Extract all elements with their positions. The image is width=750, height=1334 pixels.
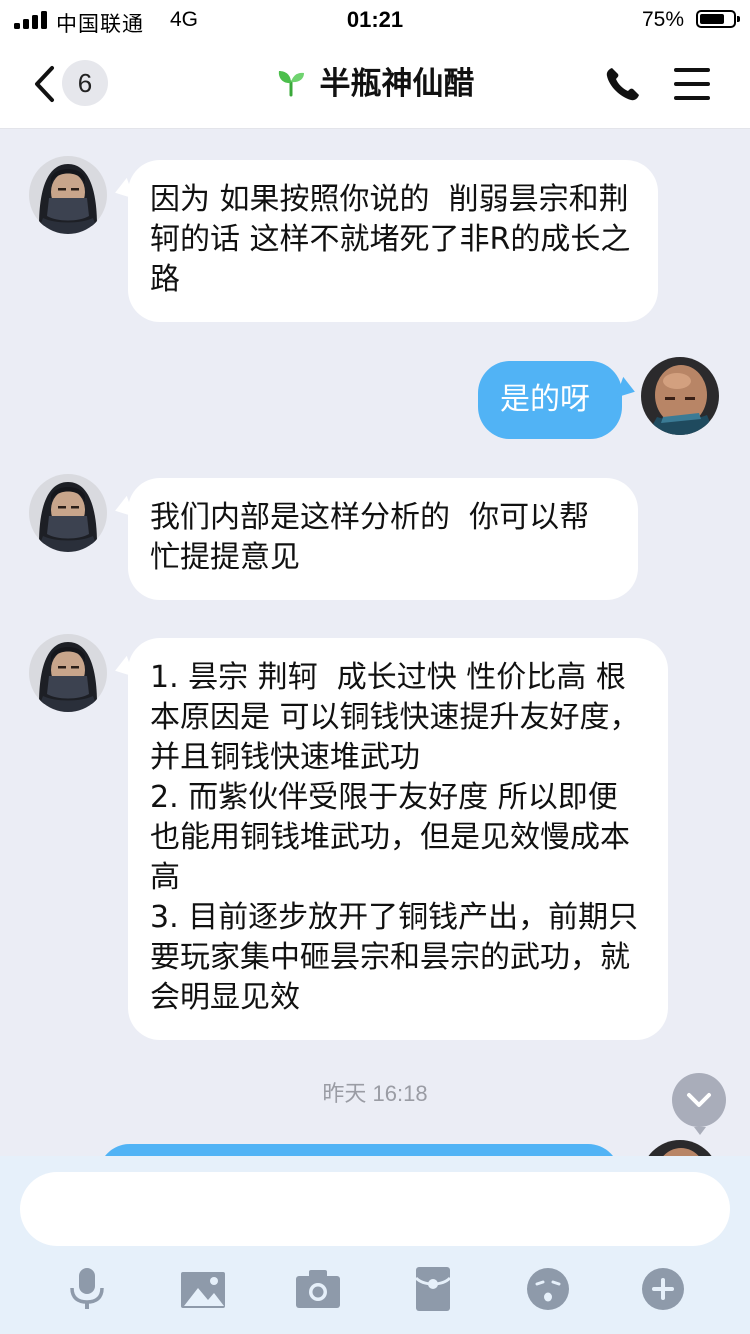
emoji-icon: [527, 1268, 569, 1310]
contact-avatar[interactable]: [29, 156, 107, 234]
battery-level: [700, 14, 724, 24]
message-bubble-outgoing[interactable]: 是的呀: [478, 361, 622, 439]
message-timestamp: 昨天 16:18: [0, 1076, 750, 1108]
emoji-button[interactable]: [523, 1266, 573, 1312]
timestamp-time: 16:18: [372, 1081, 428, 1106]
timestamp-day: 昨天: [322, 1081, 367, 1106]
my-avatar-partial[interactable]: [641, 1140, 719, 1156]
masked-character-avatar: [29, 634, 107, 712]
message-bubble-incoming[interactable]: 因为 如果按照你说的 削弱昙宗和荆轲的话 这样不就堵死了非R的成长之路: [128, 160, 658, 322]
my-avatar[interactable]: [641, 357, 719, 435]
voice-button[interactable]: [62, 1266, 112, 1312]
contact-avatar[interactable]: [29, 634, 107, 712]
plus-icon: [642, 1268, 684, 1310]
masked-character-avatar: [29, 156, 107, 234]
bald-character-avatar: [641, 1140, 719, 1156]
call-button[interactable]: [603, 64, 643, 104]
scroll-to-bottom-button[interactable]: [672, 1073, 726, 1135]
microphone-icon: [70, 1268, 104, 1309]
more-button[interactable]: [638, 1266, 688, 1312]
message-bubble-outgoing-partial[interactable]: [98, 1144, 620, 1156]
menu-button[interactable]: [674, 66, 712, 102]
status-time: 01:21: [346, 7, 404, 32]
chat-title-text: 半瓶神仙醋: [319, 66, 475, 102]
red-packet-button[interactable]: [408, 1266, 458, 1312]
image-icon: [181, 1272, 225, 1308]
camera-icon: [296, 1270, 340, 1308]
message-bubble-incoming[interactable]: 1. 昙宗 荆轲 成长过快 性价比高 根本原因是 可以铜钱快速提升友好度，并且铜…: [128, 638, 668, 1040]
sprout-icon: [278, 71, 304, 97]
red-packet-icon: [414, 1267, 452, 1311]
chevron-down-icon: [687, 1093, 711, 1107]
battery-icon: [696, 10, 740, 28]
masked-character-avatar: [29, 474, 107, 552]
battery-percentage: 75%: [641, 8, 684, 31]
input-bar: [0, 1156, 750, 1334]
chat-header: 6 半瓶神仙醋: [0, 40, 750, 129]
message-input[interactable]: [20, 1172, 730, 1246]
phone-icon: [606, 68, 639, 101]
photo-button[interactable]: [178, 1266, 228, 1312]
status-bar: 中国联通 4G 01:21 75%: [0, 0, 750, 40]
message-list[interactable]: 因为 如果按照你说的 削弱昙宗和荆轲的话 这样不就堵死了非R的成长之路 是的呀 …: [0, 129, 750, 1156]
message-bubble-incoming[interactable]: 我们内部是这样分析的 你可以帮忙提提意见: [128, 478, 638, 600]
bald-character-avatar: [641, 357, 719, 435]
camera-button[interactable]: [293, 1266, 343, 1312]
contact-avatar[interactable]: [29, 474, 107, 552]
